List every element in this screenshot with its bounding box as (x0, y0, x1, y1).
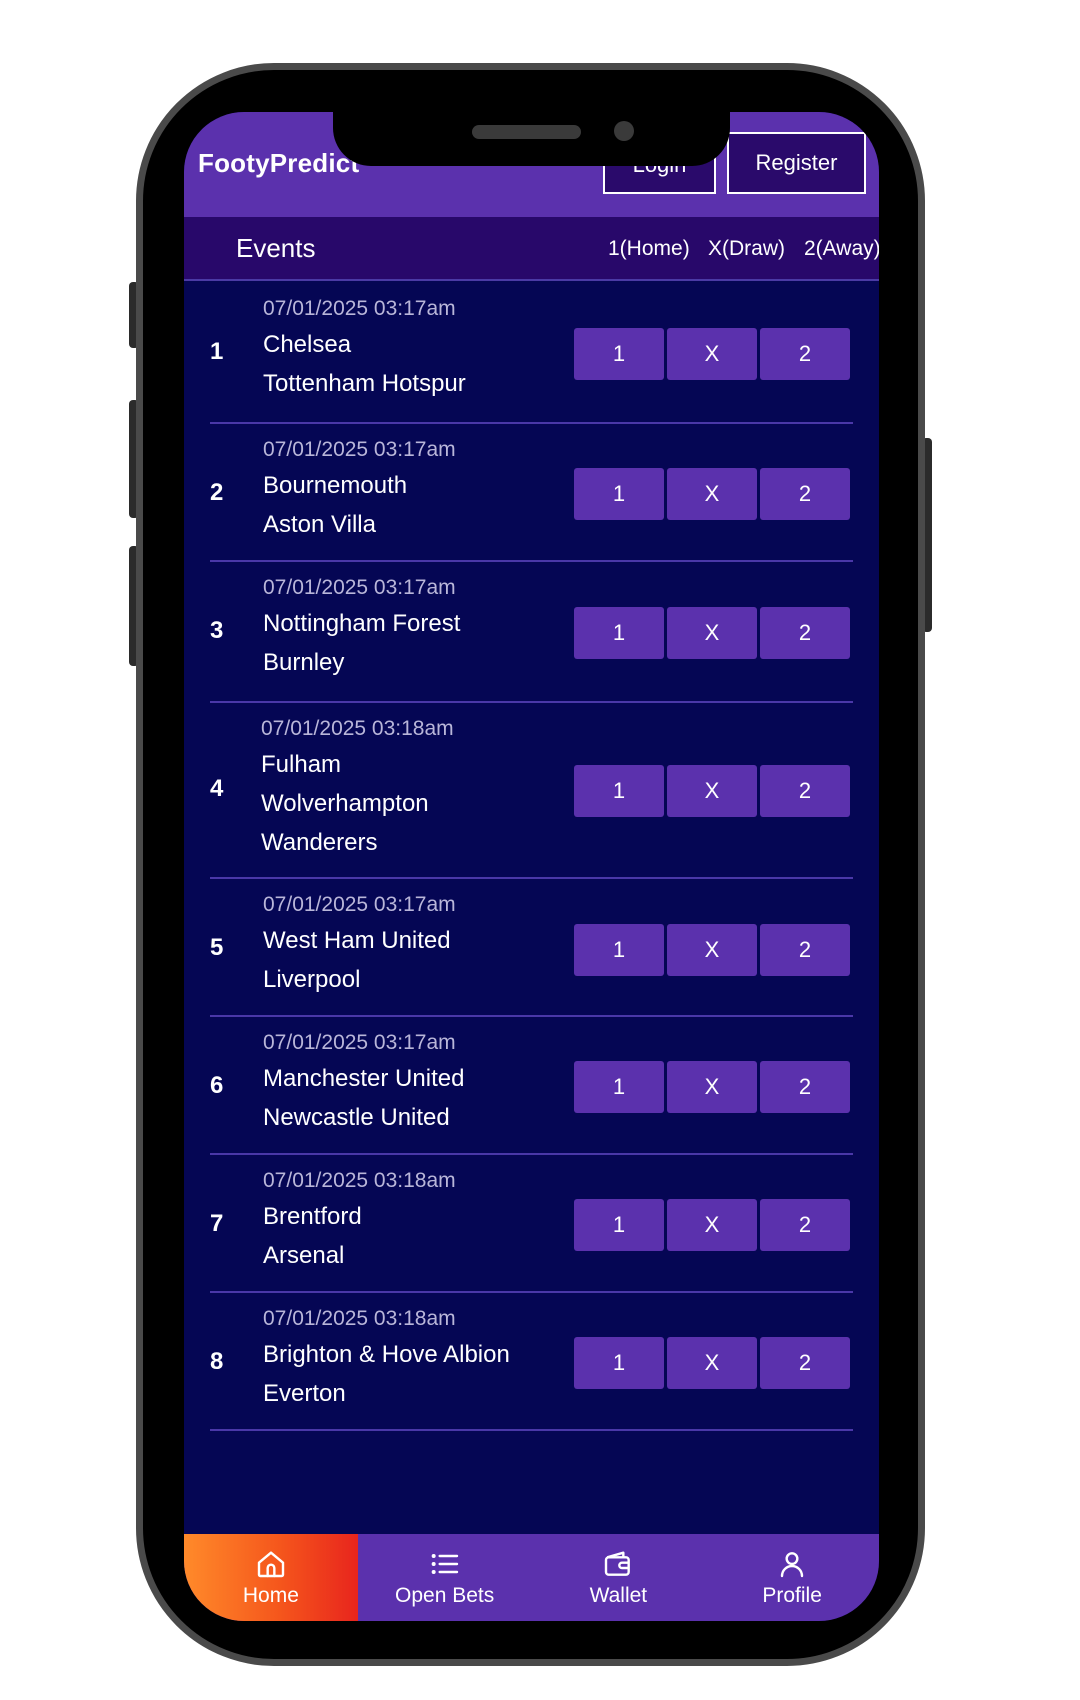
match-time: 07/01/2025 03:17am (263, 297, 456, 320)
home-team: Brighton & Hove Albion (263, 1341, 510, 1368)
draw-button[interactable]: X (667, 1199, 757, 1251)
odds-group: 1 X 2 (574, 765, 850, 817)
app-brand: FootyPredict (198, 148, 360, 178)
match-number: 8 (210, 1348, 224, 1375)
away-win-button[interactable]: 2 (760, 1337, 850, 1389)
away-team: Liverpool (263, 966, 361, 993)
home-win-button[interactable]: 1 (574, 924, 664, 976)
odds-group: 1 X 2 (574, 1199, 850, 1251)
home-team: Chelsea (263, 331, 352, 358)
odds-group: 1 X 2 (574, 924, 850, 976)
bottom-nav: Home Open Bets Wallet Profile (184, 1534, 879, 1621)
away-win-button[interactable]: 2 (760, 328, 850, 380)
match-row-5: 5 07/01/2025 03:17am West Ham United Liv… (210, 879, 853, 1017)
draw-button[interactable]: X (667, 1337, 757, 1389)
match-row-4: 4 07/01/2025 03:18am Fulham Wolverhampto… (210, 703, 853, 879)
home-team: West Ham United (263, 927, 451, 954)
phone-speaker (472, 125, 581, 139)
home-team: Nottingham Forest (263, 610, 461, 637)
home-team: Bournemouth (263, 472, 408, 499)
events-title: Events (236, 233, 316, 263)
away-win-button[interactable]: 2 (760, 468, 850, 520)
odds-group: 1 X 2 (574, 1061, 850, 1113)
home-team: Brentford (263, 1203, 362, 1230)
match-number: 7 (210, 1210, 224, 1237)
away-team: Tottenham Hotspur (263, 370, 466, 397)
phone-camera (614, 121, 634, 141)
away-win-button[interactable]: 2 (760, 607, 850, 659)
home-win-button[interactable]: 1 (574, 328, 664, 380)
nav-home-label: Home (242, 1583, 299, 1607)
match-row-3: 3 07/01/2025 03:17am Nottingham Forest B… (210, 562, 853, 703)
home-win-button[interactable]: 1 (574, 1061, 664, 1113)
draw-button[interactable]: X (667, 468, 757, 520)
nav-open-bets-label: Open Bets (395, 1583, 495, 1607)
odds-group: 1 X 2 (574, 607, 850, 659)
odds-group: 1 X 2 (574, 468, 850, 520)
draw-button[interactable]: X (667, 924, 757, 976)
wallet-icon (605, 1550, 631, 1576)
match-number: 1 (210, 338, 224, 365)
match-time: 07/01/2025 03:18am (263, 1307, 456, 1330)
draw-button[interactable]: X (667, 328, 757, 380)
match-row-6: 6 07/01/2025 03:17am Manchester United N… (210, 1017, 853, 1155)
match-time: 07/01/2025 03:17am (263, 576, 456, 599)
column-away-label: 2(Away) (804, 237, 879, 260)
away-team-continued: Wanderers (261, 829, 378, 856)
register-button[interactable]: Register (727, 132, 866, 194)
away-team: Arsenal (263, 1242, 345, 1269)
home-win-button[interactable]: 1 (574, 1199, 664, 1251)
draw-button[interactable]: X (667, 765, 757, 817)
nav-profile-label: Profile (762, 1583, 822, 1607)
away-team: Burnley (263, 649, 345, 676)
user-icon (780, 1551, 804, 1577)
nav-profile[interactable]: Profile (705, 1534, 879, 1621)
app-screen: FootyPredict Login Register Events 1(Hom… (184, 112, 879, 1621)
match-number: 5 (210, 934, 224, 961)
home-win-button[interactable]: 1 (574, 468, 664, 520)
odds-group: 1 X 2 (574, 328, 850, 380)
match-row-2: 2 07/01/2025 03:17am Bournemouth Aston V… (210, 424, 853, 562)
home-team: Fulham (261, 751, 342, 778)
home-icon (257, 1550, 285, 1577)
home-win-button[interactable]: 1 (574, 607, 664, 659)
draw-button[interactable]: X (667, 1061, 757, 1113)
away-team: Newcastle United (263, 1104, 450, 1131)
match-number: 4 (210, 775, 224, 802)
draw-button[interactable]: X (667, 607, 757, 659)
match-time: 07/01/2025 03:17am (263, 893, 456, 916)
home-win-button[interactable]: 1 (574, 765, 664, 817)
away-team: Aston Villa (263, 511, 376, 538)
column-home-label: 1(Home) (608, 237, 690, 260)
match-row-1: 1 07/01/2025 03:17am Chelsea Tottenham H… (210, 283, 853, 424)
match-number: 6 (210, 1072, 224, 1099)
nav-open-bets[interactable]: Open Bets (358, 1534, 532, 1621)
odds-group: 1 X 2 (574, 1337, 850, 1389)
match-time: 07/01/2025 03:17am (263, 1031, 456, 1054)
match-time: 07/01/2025 03:17am (263, 438, 456, 461)
events-header: Events 1(Home) X(Draw) 2(Away) (184, 217, 879, 281)
match-time: 07/01/2025 03:18am (261, 717, 454, 740)
match-time: 07/01/2025 03:18am (263, 1169, 456, 1192)
list-icon (431, 1553, 458, 1574)
away-win-button[interactable]: 2 (760, 1199, 850, 1251)
column-draw-label: X(Draw) (708, 237, 785, 260)
away-win-button[interactable]: 2 (760, 924, 850, 976)
match-number: 3 (210, 617, 224, 644)
home-team: Manchester United (263, 1065, 465, 1092)
match-row-7: 7 07/01/2025 03:18am Brentford Arsenal 1… (210, 1155, 853, 1293)
match-number: 2 (210, 479, 224, 506)
away-win-button[interactable]: 2 (760, 1061, 850, 1113)
home-win-button[interactable]: 1 (574, 1337, 664, 1389)
away-win-button[interactable]: 2 (760, 765, 850, 817)
match-row-8: 8 07/01/2025 03:18am Brighton & Hove Alb… (210, 1293, 853, 1431)
away-team: Wolverhampton (261, 790, 429, 817)
nav-home[interactable]: Home (184, 1534, 358, 1621)
away-team: Everton (263, 1380, 346, 1407)
nav-wallet-label: Wallet (589, 1583, 648, 1607)
nav-wallet[interactable]: Wallet (532, 1534, 706, 1621)
